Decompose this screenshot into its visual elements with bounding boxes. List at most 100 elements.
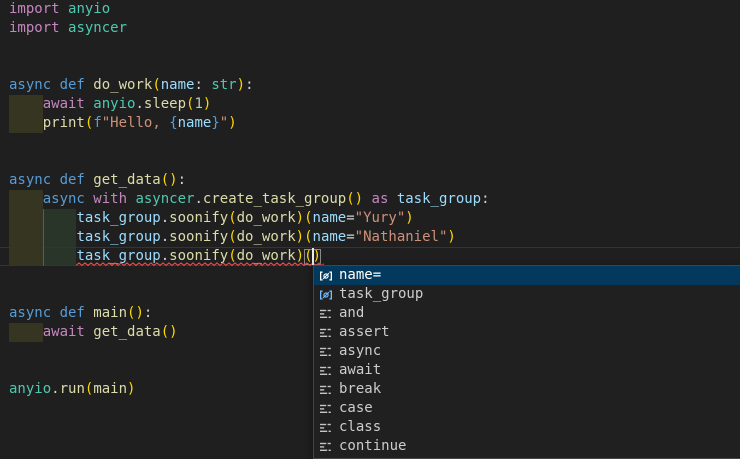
code-token: task_group [76,229,160,245]
code-token: ) [405,210,413,226]
code-token [9,324,43,340]
code-token: 1 [194,96,202,112]
code-token: ( [161,324,169,340]
code-line[interactable]: task_group.soonify(do_work)(name="Nathan… [0,228,740,247]
code-token: "Nathaniel" [355,229,448,245]
code-token: ) [203,96,211,112]
code-line[interactable]: print(f"Hello, {name}") [0,114,740,133]
suggestion-label: class [339,418,381,437]
code-line[interactable] [0,152,740,171]
suggestion-item[interactable]: name= [314,266,740,285]
symbol-keyword-icon [318,306,334,322]
suggestion-label: case [339,399,373,418]
code-token: asyncer [135,191,194,207]
suggestion-label: async [339,342,381,361]
code-token: "Hello, [102,115,169,131]
code-token: ( [161,172,169,188]
code-token: ) [296,210,304,226]
symbol-variable-icon [318,287,334,303]
code-token: soonify [169,210,228,226]
code-line[interactable]: await anyio.sleep(1) [0,95,740,114]
code-token: . [194,191,202,207]
suggestion-item[interactable]: async [314,342,740,361]
code-line[interactable] [0,57,740,76]
code-token: "Yury" [355,210,406,226]
code-line[interactable]: async with asyncer.create_task_group() a… [0,190,740,209]
code-token: ) [169,324,177,340]
error-squiggle [76,262,324,267]
code-token: str [211,77,236,93]
code-token: . [135,96,143,112]
code-token: async [9,172,60,188]
symbol-keyword-icon [318,439,334,455]
code-token: create_task_group [203,191,346,207]
code-token: . [161,210,169,226]
code-token [9,115,43,131]
code-token [60,1,68,17]
code-line[interactable]: async def get_data(): [0,171,740,190]
code-line[interactable] [0,38,740,57]
code-token: ( [304,210,312,226]
suggestion-item[interactable]: class [314,418,740,437]
code-token: ) [237,77,245,93]
code-token: name [313,229,347,245]
code-token: get_data [93,172,160,188]
suggestion-label: task_group [339,285,423,304]
code-token: run [60,381,85,397]
vscode-editor-screen: { "colors": { "editor_background": "#1F1… [0,0,740,448]
code-token: async [43,191,94,207]
suggestion-item[interactable]: task_group [314,285,740,304]
suggestion-item[interactable]: break [314,380,740,399]
suggestion-item[interactable]: await [314,361,740,380]
code-token: soonify [169,229,228,245]
suggestion-item[interactable]: assert [314,323,740,342]
code-token: import [9,1,60,17]
code-line[interactable]: import asyncer [0,19,740,38]
code-token: async [9,305,60,321]
code-token: main [93,305,127,321]
code-token: ) [228,115,236,131]
symbol-keyword-icon [318,382,334,398]
code-token: : [144,305,152,321]
code-token: ( [228,229,236,245]
code-token: : [178,172,186,188]
code-token: get_data [93,324,160,340]
suggestion-item[interactable]: and [314,304,740,323]
code-token: . [51,381,59,397]
code-line[interactable] [0,133,740,152]
code-token: ( [346,191,354,207]
code-token: : [245,77,253,93]
code-token: with [93,191,135,207]
code-line[interactable]: task_group.soonify(do_work)(name="Yury") [0,209,740,228]
code-token: f [93,115,101,131]
code-token: ( [228,210,236,226]
text-cursor [312,248,314,265]
code-token: . [161,229,169,245]
symbol-keyword-icon [318,363,334,379]
code-token [363,191,371,207]
suggestion-item[interactable]: continue [314,437,740,456]
code-token: : [481,191,489,207]
code-token: ( [152,77,160,93]
code-token: name [313,210,347,226]
code-token: await [43,96,94,112]
symbol-keyword-icon [318,420,334,436]
code-token: ( [304,229,312,245]
symbol-keyword-icon [318,344,334,360]
code-token [9,191,43,207]
code-token: do_work [237,229,296,245]
suggestion-item[interactable]: case [314,399,740,418]
code-token: sleep [144,96,186,112]
code-token: ) [355,191,363,207]
code-token: } [211,115,219,131]
code-line[interactable]: import anyio [0,0,740,19]
suggestion-label: assert [339,323,390,342]
suggestion-label: continue [339,437,406,456]
code-token: ) [447,229,455,245]
code-token: main [93,381,127,397]
suggestion-list: name=task_groupandassertasyncawaitbreakc… [314,266,740,456]
code-line[interactable]: async def do_work(name: str): [0,76,740,95]
code-token: await [43,324,94,340]
symbol-keyword-icon [318,401,334,417]
indent-guide [43,209,44,266]
